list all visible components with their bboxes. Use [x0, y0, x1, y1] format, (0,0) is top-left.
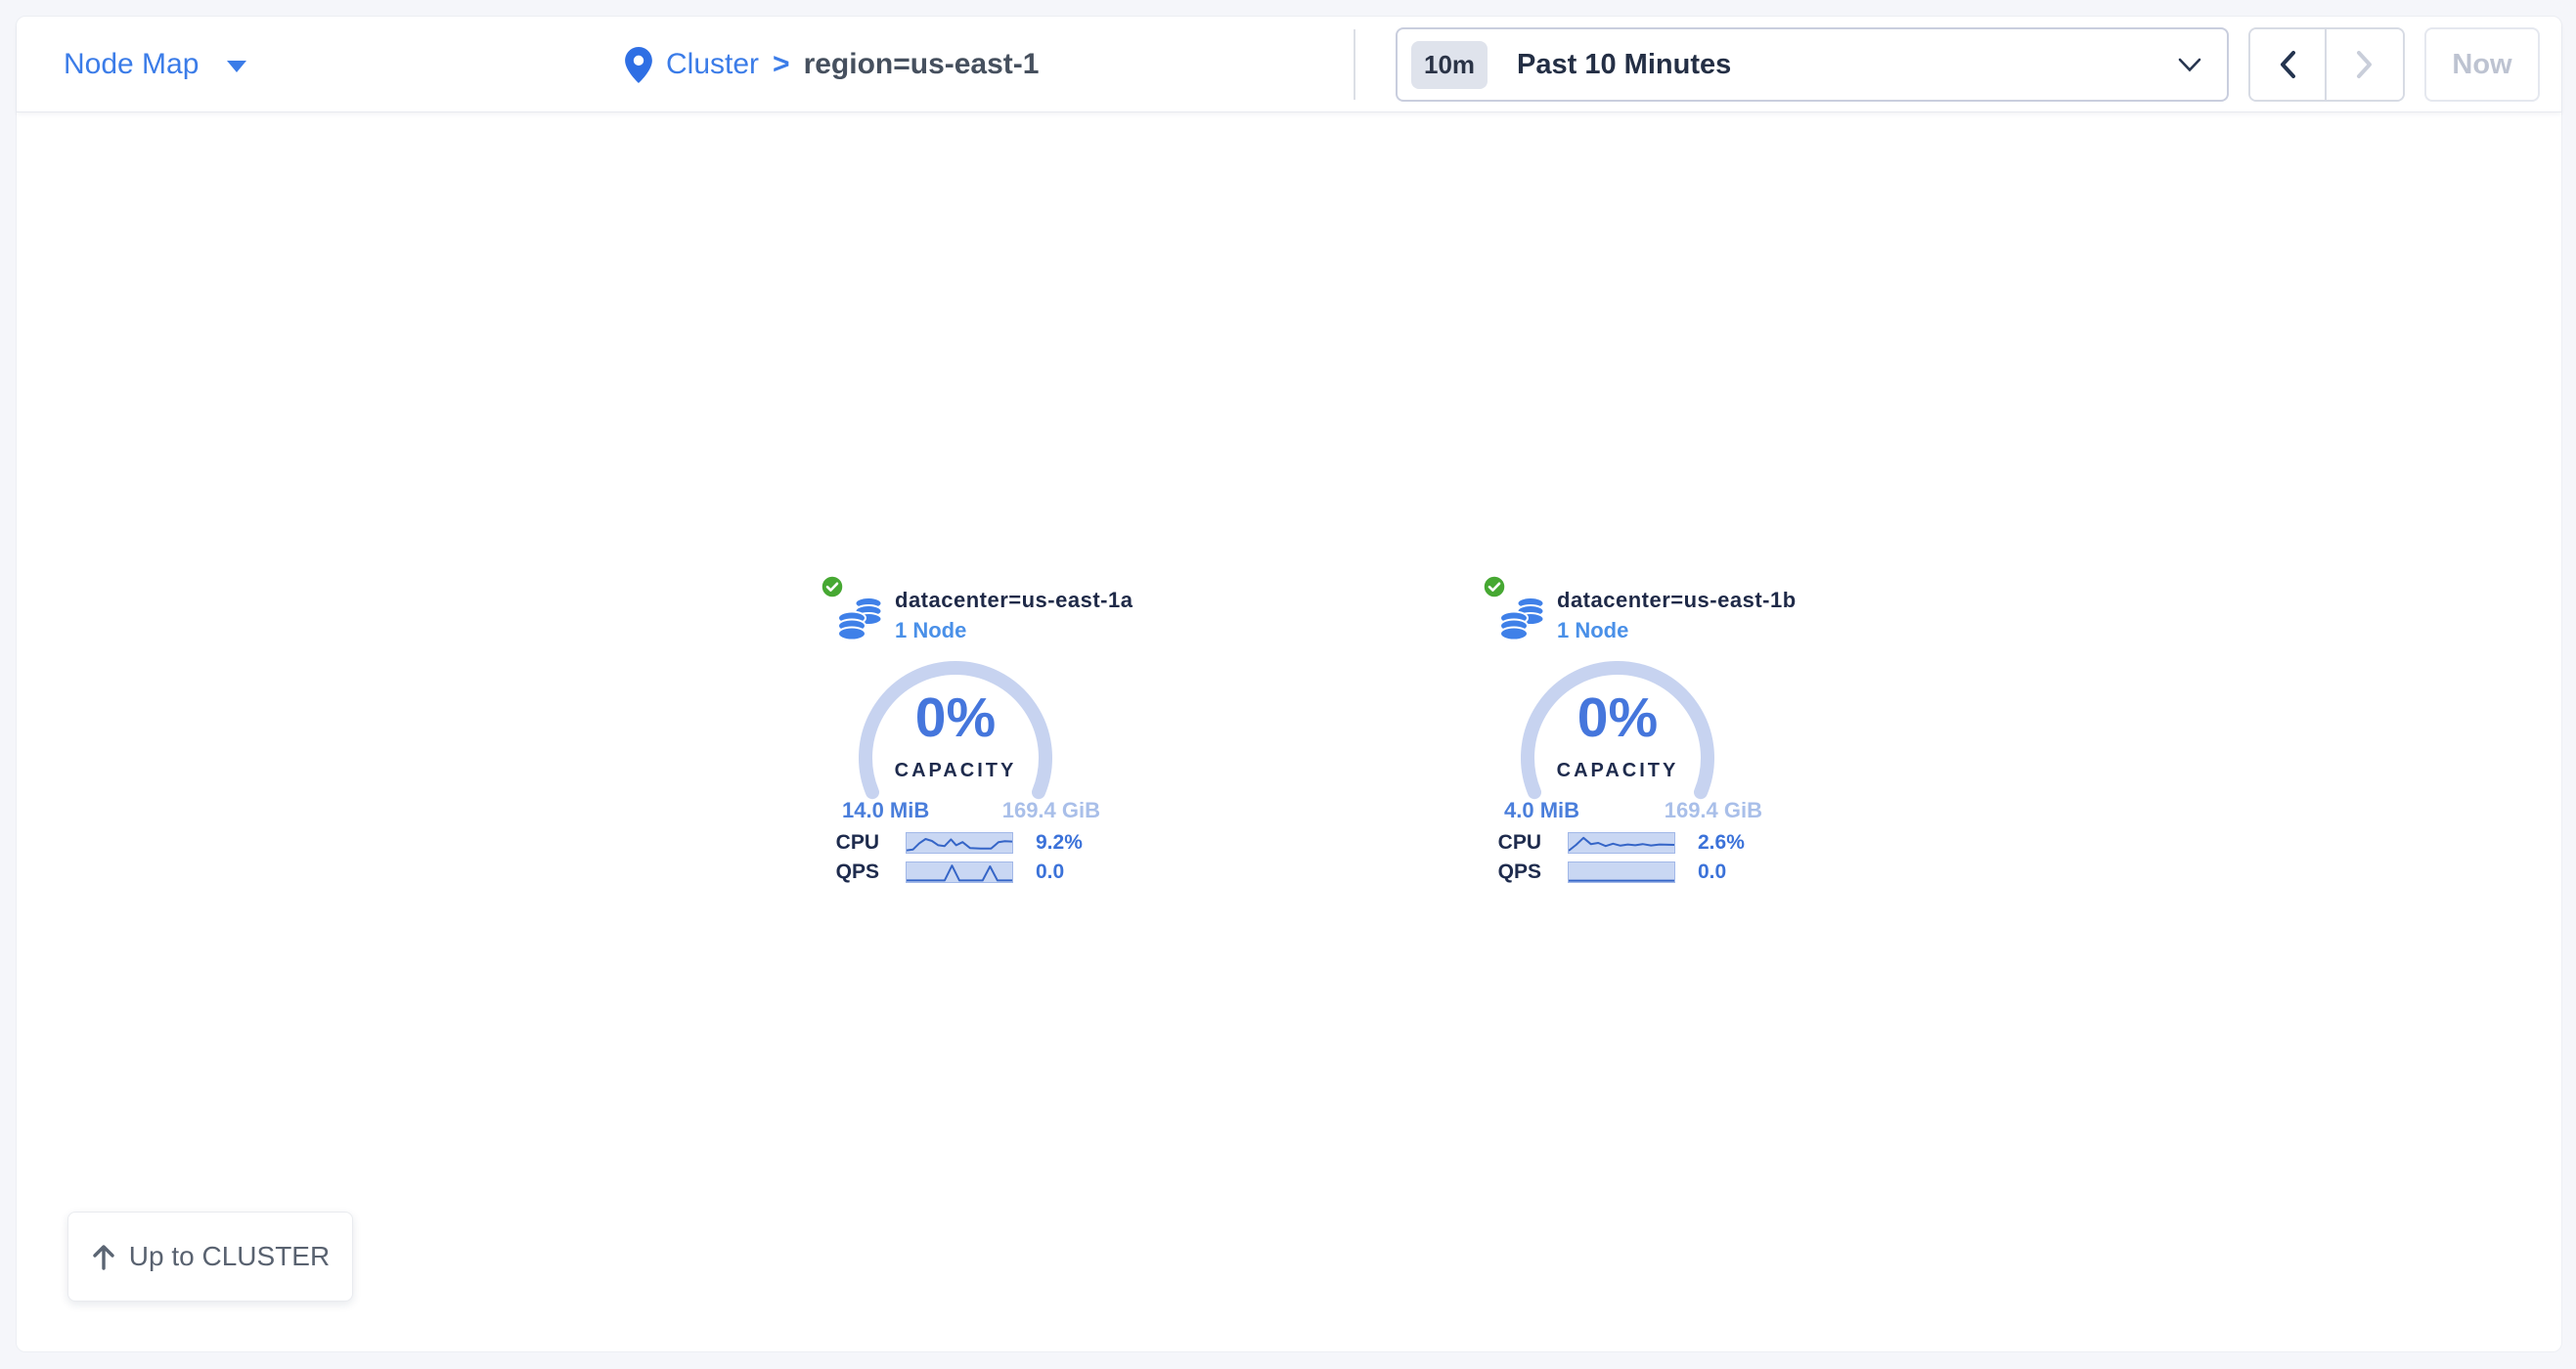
breadcrumb-current: region=us-east-1: [804, 48, 1040, 81]
capacity-label: CAPACITY: [853, 760, 1058, 782]
qps-sparkline: [906, 861, 1013, 883]
cpu-label: CPU: [809, 831, 879, 855]
cpu-value: 9.2%: [1036, 831, 1083, 855]
qps-label: QPS: [809, 861, 879, 884]
header-bar: Node Map Cluster > region=us-east-1 10m …: [17, 17, 2561, 112]
qps-sparkline: [1568, 861, 1675, 883]
datacenter-title: datacenter=us-east-1b: [1557, 588, 1797, 613]
capacity-total: 169.4 GiB: [1665, 798, 1762, 823]
cpu-metric-row: CPU 9.2%: [809, 831, 1102, 855]
up-to-cluster-label: Up to CLUSTER: [129, 1241, 330, 1272]
datacenter-title: datacenter=us-east-1a: [895, 588, 1133, 613]
datacenter-group-us-east-1b[interactable]: datacenter=us-east-1b 1 Node 0% CAPACITY…: [1471, 574, 1764, 897]
view-mode-selector[interactable]: Node Map: [64, 17, 247, 112]
capacity-used: 4.0 MiB: [1504, 798, 1579, 823]
chevron-down-icon: [2178, 58, 2201, 72]
qps-metric-row: QPS 0.0: [1471, 861, 1764, 884]
datacenter-group-us-east-1a[interactable]: datacenter=us-east-1a 1 Node 0% CAPACITY…: [809, 574, 1102, 897]
breadcrumb: Cluster > region=us-east-1: [625, 17, 1039, 112]
caret-down-icon: [226, 48, 247, 81]
database-stack-icon: [1499, 595, 1546, 646]
time-range-dropdown[interactable]: 10m Past 10 Minutes: [1396, 27, 2229, 102]
time-range-label: Past 10 Minutes: [1517, 49, 2149, 81]
breadcrumb-cluster-link[interactable]: Cluster: [666, 48, 759, 81]
time-nav-group: [2248, 27, 2405, 102]
capacity-values-row: 14.0 MiB 169.4 GiB: [842, 798, 1100, 823]
view-mode-label: Node Map: [64, 48, 199, 81]
now-button[interactable]: Now: [2424, 27, 2540, 102]
qps-value: 0.0: [1698, 861, 1726, 884]
capacity-percent: 0%: [853, 690, 1058, 746]
time-controls: 10m Past 10 Minutes Now: [1396, 27, 2540, 102]
cpu-sparkline: [1568, 832, 1675, 854]
database-stack-icon: [837, 595, 884, 646]
qps-metric-row: QPS 0.0: [809, 861, 1102, 884]
capacity-total: 169.4 GiB: [1002, 798, 1100, 823]
arrow-up-icon: [91, 1243, 116, 1270]
cpu-sparkline: [906, 832, 1013, 854]
breadcrumb-separator: >: [773, 48, 790, 81]
capacity-used: 14.0 MiB: [842, 798, 929, 823]
cpu-label: CPU: [1471, 831, 1541, 855]
cpu-metric-row: CPU 2.6%: [1471, 831, 1764, 855]
time-next-button[interactable]: [2327, 29, 2403, 100]
node-map-canvas: Node Map Cluster > region=us-east-1 10m …: [16, 16, 2562, 1352]
time-range-badge: 10m: [1411, 41, 1488, 89]
time-prev-button[interactable]: [2250, 29, 2327, 100]
capacity-percent: 0%: [1515, 690, 1720, 746]
chevron-right-icon: [2356, 50, 2374, 79]
capacity-label: CAPACITY: [1515, 760, 1720, 782]
chevron-left-icon: [2279, 50, 2296, 79]
qps-value: 0.0: [1036, 861, 1064, 884]
capacity-values-row: 4.0 MiB 169.4 GiB: [1504, 798, 1762, 823]
header-divider: [1354, 29, 1355, 100]
location-pin-icon: [625, 47, 652, 83]
cpu-value: 2.6%: [1698, 831, 1745, 855]
datacenter-node-count: 1 Node: [895, 618, 966, 643]
up-to-cluster-button[interactable]: Up to CLUSTER: [67, 1212, 353, 1302]
qps-label: QPS: [1471, 861, 1541, 884]
datacenter-node-count: 1 Node: [1557, 618, 1628, 643]
